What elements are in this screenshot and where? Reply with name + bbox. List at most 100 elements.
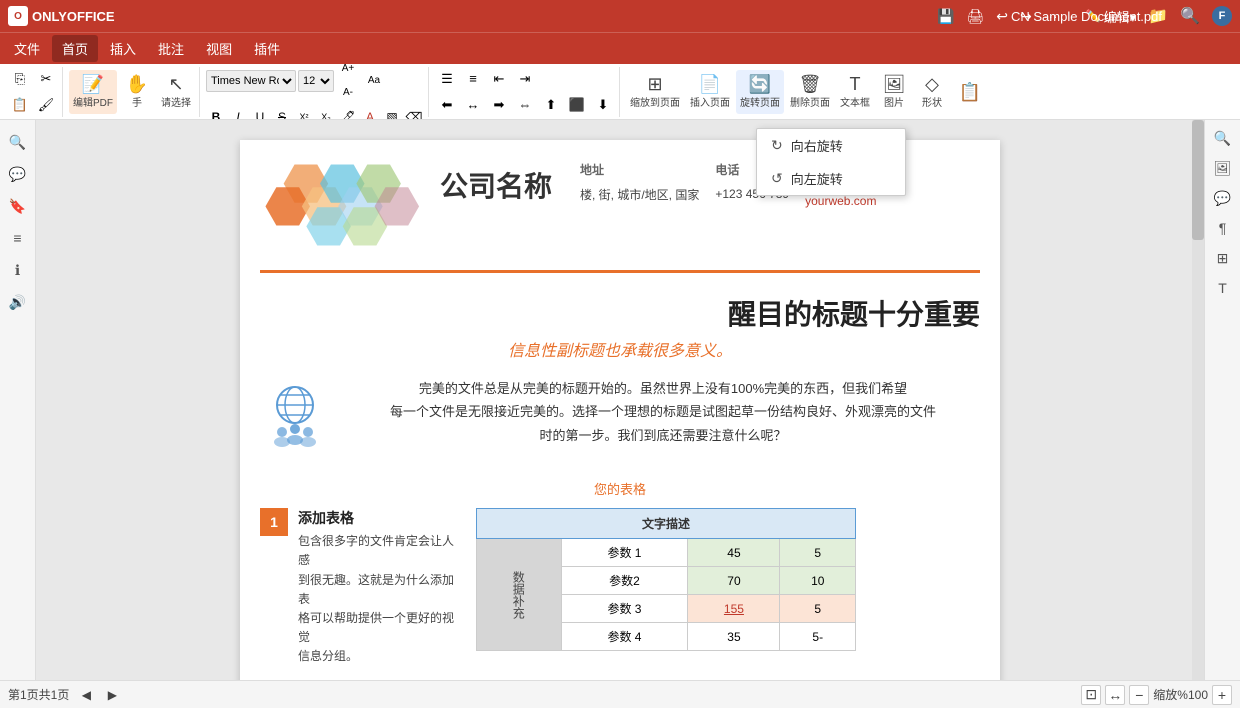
- font-size-down-button[interactable]: A-: [336, 81, 360, 105]
- ls-search-button[interactable]: 🔍: [4, 128, 32, 156]
- fit-window-button[interactable]: ⊡: [1081, 685, 1101, 705]
- rotate-page-icon: 🔄: [749, 75, 771, 93]
- zoom-out-button[interactable]: −: [1129, 685, 1149, 705]
- unordered-list-button[interactable]: ☰: [435, 67, 459, 91]
- insert-page-button[interactable]: 📄 插入页面: [686, 70, 734, 114]
- search-top-icon[interactable]: 🔍: [1176, 6, 1204, 26]
- print-icon[interactable]: 🖨: [962, 8, 988, 25]
- rs-table-button[interactable]: ⊞: [1209, 244, 1237, 272]
- ls-list-button[interactable]: ≡: [4, 224, 32, 252]
- rs-paragraph-button[interactable]: ¶: [1209, 214, 1237, 242]
- textbox-button[interactable]: T 文本框: [836, 70, 874, 114]
- align-justify-button[interactable]: ⇔: [513, 93, 537, 117]
- title-center: CN Sample Document.pdf: [1011, 9, 1162, 24]
- section-desc: 包含很多字的文件肯定会让人感 到很无趣。这就是为什么添加表 格可以帮助提供一个更…: [298, 532, 460, 666]
- row3-label: 参数 3: [561, 595, 688, 623]
- app-name: ONLYOFFICE: [32, 9, 115, 24]
- rotate-right-label: 向右旋转: [791, 136, 843, 155]
- menu-home[interactable]: 首页: [52, 35, 98, 62]
- main-title: 醒目的标题十分重要: [260, 293, 980, 333]
- paste2-button[interactable]: 📋: [952, 70, 988, 114]
- menu-file[interactable]: 文件: [4, 35, 50, 62]
- image-button[interactable]: 🖼 图片: [876, 70, 912, 114]
- rs-font-button[interactable]: T: [1209, 274, 1237, 302]
- highlight-button[interactable]: 🖊: [338, 107, 358, 121]
- menu-plugin[interactable]: 插件: [244, 35, 290, 62]
- rs-comment-button[interactable]: 💬: [1209, 184, 1237, 212]
- menu-comment[interactable]: 批注: [148, 35, 194, 62]
- font-size-select[interactable]: 12: [298, 70, 334, 92]
- menubar: 文件 首页 插入 批注 视图 插件: [0, 32, 1240, 64]
- company-name: 公司名称: [440, 165, 552, 205]
- rotate-right-menu-item[interactable]: ↻ 向右旋转: [757, 129, 905, 162]
- edit-pdf-button[interactable]: 📝 编辑PDF: [69, 70, 117, 114]
- underline-button[interactable]: U: [250, 107, 270, 121]
- rotate-left-menu-item[interactable]: ↺ 向左旋转: [757, 162, 905, 195]
- prev-page-button[interactable]: ◀: [77, 686, 95, 704]
- ls-comment-button[interactable]: 💬: [4, 160, 32, 188]
- align-right-button[interactable]: ➡: [487, 93, 511, 117]
- font-color-button[interactable]: A: [360, 107, 380, 121]
- menu-insert[interactable]: 插入: [100, 35, 146, 62]
- ls-info-button[interactable]: ℹ: [4, 256, 32, 284]
- scroll-track[interactable]: [1192, 120, 1204, 680]
- font-name-select[interactable]: Times New Roman: [206, 70, 296, 92]
- fit-page-button[interactable]: ⊞ 缩放到页面: [626, 70, 684, 114]
- align-center-button[interactable]: ↔: [461, 93, 485, 117]
- paste2-icon: 📋: [959, 83, 981, 101]
- row3-v1-link[interactable]: 155: [724, 602, 744, 616]
- paste-button[interactable]: 📋: [8, 93, 32, 117]
- format-row: B I U S X² X₂ 🖊 A ▧ ⌫: [206, 107, 424, 121]
- align-left-button[interactable]: ⬅: [435, 93, 459, 117]
- shape-icon: ◇: [925, 75, 939, 93]
- contact-address: 楼, 街, 城市/地区, 国家: [572, 179, 707, 209]
- row1-label: 参数 1: [561, 539, 688, 567]
- ordered-list-button[interactable]: ≡: [461, 67, 485, 91]
- align-bottom-button[interactable]: ⬇: [591, 93, 615, 117]
- row4-v2: 5-: [780, 623, 856, 651]
- rotate-page-button[interactable]: 🔄 旋转页面: [736, 70, 784, 114]
- section-number: 1: [260, 508, 288, 536]
- shape-button[interactable]: ◇ 形状: [914, 70, 950, 114]
- hand-icon: ✋: [126, 75, 148, 93]
- statusbar: 第1页共1页 ◀ ▶ ⊡ ↔ − 缩放%100 +: [0, 680, 1240, 708]
- format-painter-button[interactable]: 🖌: [34, 93, 58, 117]
- document-page: 公司名称 地址 电话 WEB 楼, 街, 城市/地区, 国家 +123 456 …: [240, 140, 1000, 680]
- rs-search-button[interactable]: 🔍: [1209, 124, 1237, 152]
- cut-button[interactable]: ✂: [34, 67, 58, 91]
- scroll-thumb[interactable]: [1192, 120, 1204, 240]
- superscript-button[interactable]: X²: [294, 107, 314, 121]
- insert-page-icon: 📄: [699, 75, 721, 93]
- rs-image-button[interactable]: 🖼: [1209, 154, 1237, 182]
- title-section: 醒目的标题十分重要 信息性副标题也承载很多意义。: [260, 293, 980, 361]
- undo-icon[interactable]: ↩: [992, 8, 1012, 25]
- align-top-button[interactable]: ⬆: [539, 93, 563, 117]
- ls-bookmark-button[interactable]: 🔖: [4, 192, 32, 220]
- menu-view[interactable]: 视图: [196, 35, 242, 62]
- fit-width-button[interactable]: ↔: [1105, 685, 1125, 705]
- contact-web-link[interactable]: yourweb.com: [805, 194, 876, 208]
- select-button[interactable]: ↖ 请选择: [157, 70, 195, 114]
- shading-button[interactable]: ▧: [382, 107, 402, 121]
- zoom-in-button[interactable]: +: [1212, 685, 1232, 705]
- italic-button[interactable]: I: [228, 107, 248, 121]
- user-avatar[interactable]: F: [1212, 6, 1232, 26]
- bold-button[interactable]: B: [206, 107, 226, 121]
- row2-v2: 10: [780, 567, 856, 595]
- strikethrough-button[interactable]: S: [272, 107, 292, 121]
- font-size-up-button[interactable]: A+: [336, 64, 360, 81]
- hand-button[interactable]: ✋ 手: [119, 70, 155, 114]
- font-case-button[interactable]: Aa: [362, 69, 386, 93]
- next-page-button[interactable]: ▶: [103, 686, 121, 704]
- delete-page-button[interactable]: 🗑 删除页面: [786, 70, 834, 114]
- save-icon[interactable]: 💾: [933, 8, 958, 25]
- ls-sound-button[interactable]: 🔊: [4, 288, 32, 316]
- copy-button[interactable]: ⎘: [8, 67, 32, 91]
- subscript-button[interactable]: X₂: [316, 107, 336, 121]
- clear-format-button[interactable]: ⌫: [404, 107, 424, 121]
- align-middle-button[interactable]: ⬛: [565, 93, 589, 117]
- body-text: 完美的文件总是从完美的标题开始的。虽然世界上没有100%完美的东西，但我们希望 …: [346, 377, 980, 447]
- outdent-button[interactable]: ⇤: [487, 67, 511, 91]
- content-area[interactable]: 公司名称 地址 电话 WEB 楼, 街, 城市/地区, 国家 +123 456 …: [36, 120, 1204, 680]
- indent-button[interactable]: ⇥: [513, 67, 537, 91]
